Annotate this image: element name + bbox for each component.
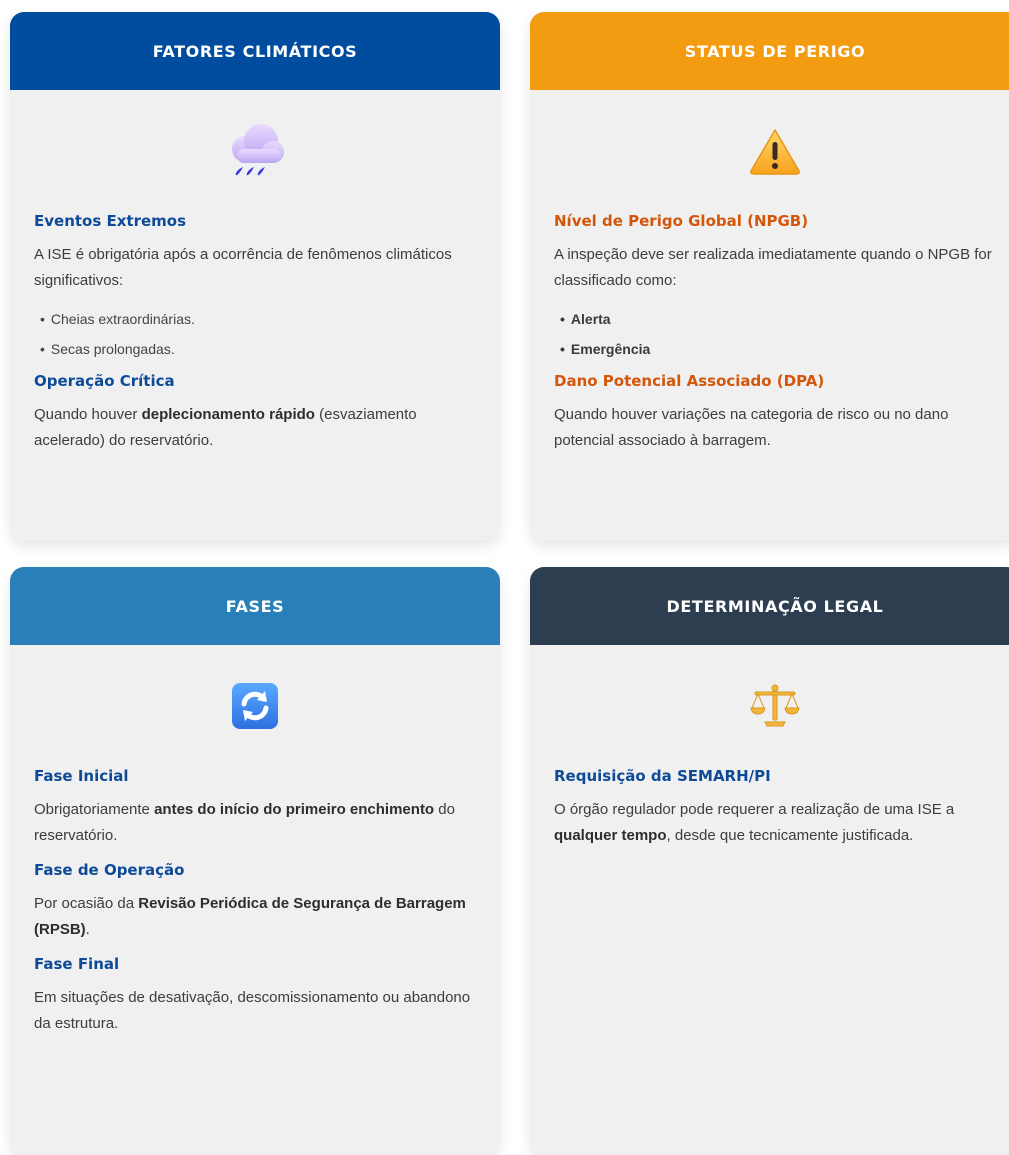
section-text: A inspeção deve ser realizada imediatame…: [554, 246, 992, 289]
list-item: Alerta: [554, 304, 996, 334]
card-climatic-factors: FATORES CLIMÁTICOS Eventos Extremos A IS…: [10, 12, 500, 540]
danger-levels-list: Alerta Emergência: [554, 304, 996, 364]
section-title: Fase Inicial: [34, 767, 129, 785]
card-title: FATORES CLIMÁTICOS: [152, 41, 358, 61]
extreme-events-list: Cheias extraordinárias. Secas prolongada…: [34, 304, 476, 364]
section-title: Fase de Operação: [34, 861, 185, 879]
card-header: FATORES CLIMÁTICOS: [10, 12, 500, 90]
list-item: Cheias extraordinárias.: [34, 304, 476, 334]
section-title: Nível de Perigo Global (NPGB): [554, 212, 809, 230]
card-header: STATUS DE PERIGO: [530, 12, 1009, 90]
card-title: DETERMINAÇÃO LEGAL: [666, 596, 884, 616]
section-text: A ISE é obrigatória após a ocorrência de…: [34, 246, 452, 289]
section-title: Requisição da SEMARH/PI: [554, 767, 771, 785]
card-title: FASES: [225, 596, 285, 616]
card-title: STATUS DE PERIGO: [684, 41, 866, 61]
card-danger-status: STATUS DE PERIGO Nível de Perigo Global …: [530, 12, 1009, 540]
rain-cloud-icon: [34, 90, 476, 212]
card-phases: FASES Fase Inicial Obrigatoriamente ante…: [10, 567, 500, 1155]
section-text: Por ocasião da Revisão Periódica de Segu…: [34, 895, 466, 938]
card-legal-determination: DETERMINAÇÃO LEGAL Requisição da SEMARH/…: [530, 567, 1009, 1155]
card-header: FASES: [10, 567, 500, 645]
card-header: DETERMINAÇÃO LEGAL: [530, 567, 1009, 645]
section-text: Quando houver variações na categoria de …: [554, 406, 949, 449]
section-text: Quando houver deplecionamento rápido (es…: [34, 406, 417, 449]
scales-icon: [554, 645, 996, 767]
section-title: Operação Crítica: [34, 372, 175, 390]
list-item: Emergência: [554, 334, 996, 364]
section-text: O órgão regulador pode requerer a realiz…: [554, 801, 955, 844]
section-text: Em situações de desativação, descomissio…: [34, 989, 471, 1032]
section-title: Eventos Extremos: [34, 212, 187, 230]
section-text: Obrigatoriamente antes do início do prim…: [34, 801, 455, 844]
section-title: Fase Final: [34, 955, 120, 973]
list-item: Secas prolongadas.: [34, 334, 476, 364]
section-title: Dano Potencial Associado (DPA): [554, 372, 825, 390]
warning-icon: [554, 90, 996, 212]
refresh-icon: [34, 645, 476, 767]
